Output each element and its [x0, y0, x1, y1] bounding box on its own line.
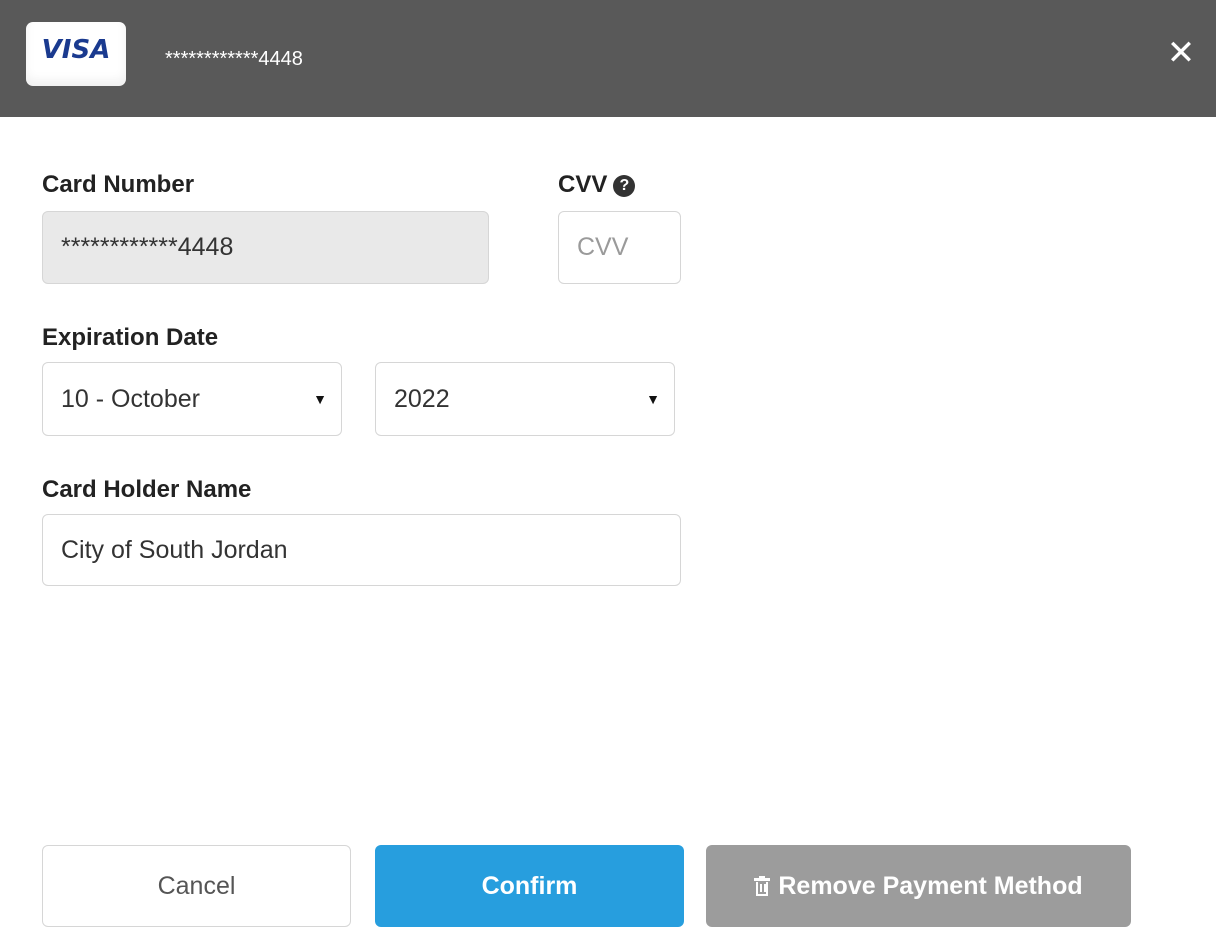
cancel-button[interactable]: Cancel	[42, 845, 351, 927]
card-number-value: ************4448	[61, 233, 234, 261]
confirm-button-label: Confirm	[481, 871, 578, 900]
card-holder-name-value: City of South Jordan	[61, 535, 288, 564]
card-holder-name-label: Card Holder Name	[42, 476, 252, 503]
question-circle-icon[interactable]: ?	[613, 175, 636, 197]
cvv-placeholder: CVV	[577, 233, 629, 261]
cvv-input[interactable]: CVV	[558, 211, 681, 284]
card-holder-name-input[interactable]: City of South Jordan	[42, 514, 681, 586]
remove-payment-method-button[interactable]: Remove Payment Method	[706, 845, 1131, 927]
visa-card-logo: VISA	[26, 22, 126, 86]
expiration-year-select[interactable]: 2022 ▼	[375, 362, 675, 436]
close-icon[interactable]: ✕	[1166, 33, 1196, 73]
card-number-label: Card Number	[42, 171, 195, 198]
cvv-label-group: CVV?	[558, 171, 636, 199]
trash-icon	[754, 876, 771, 896]
expiration-month-select[interactable]: 10 - October ▼	[42, 362, 342, 436]
visa-brand-text: VISA	[41, 35, 111, 65]
chevron-down-icon: ▼	[313, 391, 327, 407]
cvv-label: CVV	[558, 171, 608, 198]
confirm-button[interactable]: Confirm	[375, 845, 684, 927]
modal-header: VISA ************4448 ✕	[0, 0, 1216, 117]
remove-payment-method-label: Remove Payment Method	[778, 871, 1083, 900]
cancel-button-label: Cancel	[157, 871, 236, 900]
expiration-year-value: 2022	[394, 384, 450, 413]
expiration-month-value: 10 - October	[61, 384, 200, 413]
card-number-field: ************4448	[42, 211, 489, 284]
header-masked-card-number: ************4448	[165, 48, 303, 70]
chevron-down-icon: ▼	[646, 391, 660, 407]
expiration-date-label: Expiration Date	[42, 324, 219, 351]
